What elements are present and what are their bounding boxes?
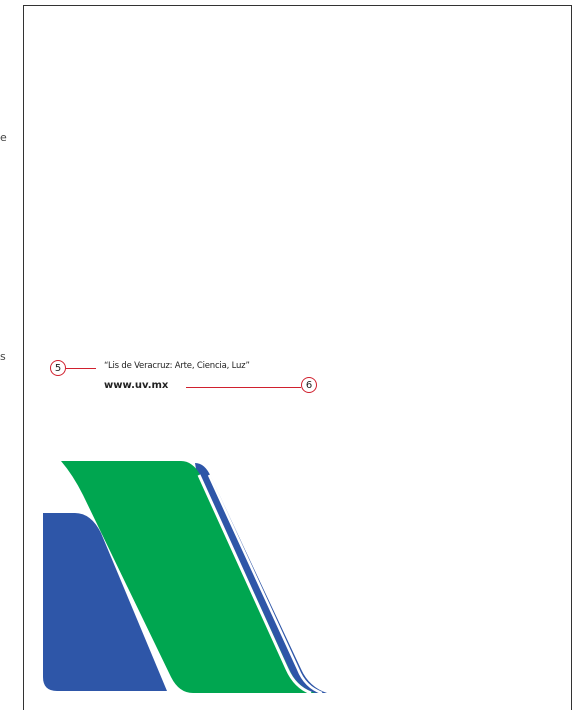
callout-leader-motto: [66, 368, 96, 369]
uv-stripes-logo: [43, 461, 327, 695]
cut-off-text-fragment: s: [0, 350, 6, 363]
callout-leader-website: [186, 387, 301, 388]
cut-off-text-fragment: e: [0, 131, 7, 144]
callout-marker-website: 6: [301, 377, 317, 393]
motto-text: “Lis de Veracruz: Arte, Ciencia, Luz”: [104, 361, 250, 371]
website-text: www.uv.mx: [104, 380, 169, 391]
document-canvas: e s 5 “Lis de Veracruz: Arte, Ciencia, L…: [0, 0, 575, 710]
callout-marker-motto: 5: [50, 360, 66, 376]
